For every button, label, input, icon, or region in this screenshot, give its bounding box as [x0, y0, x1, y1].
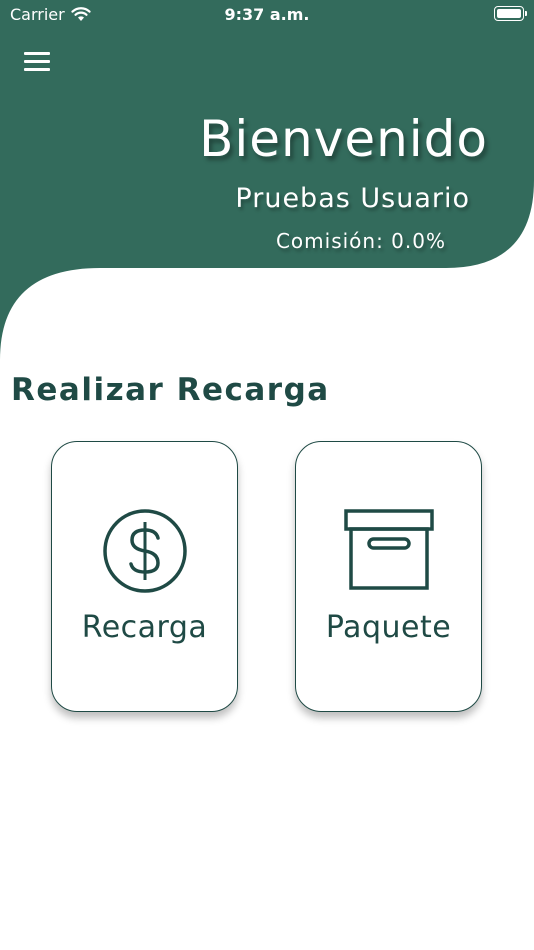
- battery-icon: [494, 6, 527, 21]
- paquete-label: Paquete: [325, 610, 452, 645]
- welcome-title: Bienvenido: [199, 110, 488, 168]
- dollar-circle-icon: [102, 509, 187, 593]
- status-bar: Carrier 9:37 a.m.: [0, 0, 534, 28]
- paquete-card[interactable]: Paquete: [295, 441, 482, 712]
- menu-icon[interactable]: [24, 52, 50, 72]
- user-name: Pruebas Usuario: [235, 183, 470, 214]
- menu-line: [24, 68, 50, 71]
- home-screen: Carrier 9:37 a.m. Bienvenido Pruebas Usu…: [0, 0, 534, 950]
- commission-text: Comisión: 0.0%: [275, 229, 446, 253]
- status-time: 9:37 a.m.: [224, 5, 310, 24]
- menu-line: [24, 52, 50, 55]
- menu-line: [24, 60, 50, 63]
- archive-box-icon: [343, 509, 434, 590]
- recarga-card[interactable]: Recarga: [51, 441, 238, 712]
- header-background: [0, 0, 534, 360]
- recarga-label: Recarga: [81, 610, 208, 645]
- section-title: Realizar Recarga: [11, 372, 330, 408]
